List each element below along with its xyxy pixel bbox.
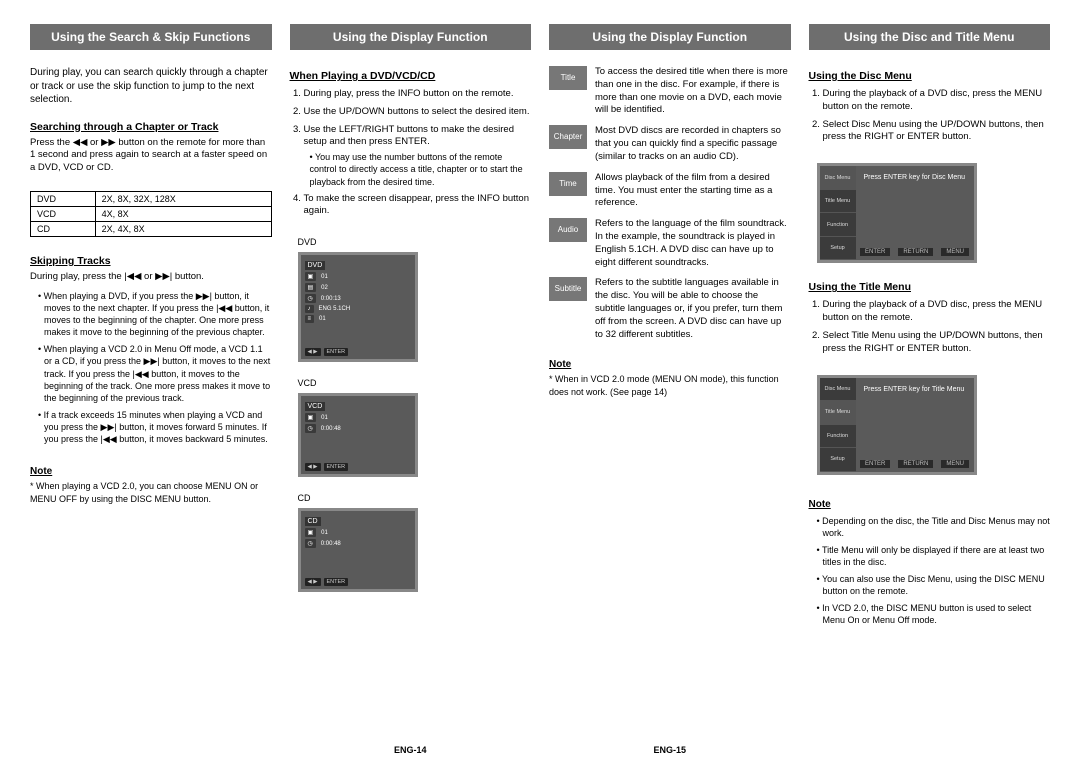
note-1-text: * When playing a VCD 2.0, you can choose… [30,480,272,504]
time-badge: Time [549,172,587,196]
cd-caption: CD [298,493,532,503]
skip-bullets: When playing a DVD, if you press the ▶▶|… [30,290,272,451]
note-1-title: Note [30,466,272,477]
col-3: Using the Display Function Title To acce… [549,24,791,755]
dvd-caption: DVD [298,237,532,247]
playing-steps: During play, press the INFO button on th… [290,88,532,223]
footer-left: ENG-14 [290,733,532,755]
vcd-screen: VCD ▣01 ◷0:00:48 ◀ ▶ENTER [298,393,418,477]
audio-icon: ♪ [305,305,314,313]
header-3: Using the Display Function [549,24,791,50]
speed-table: DVD2X, 8X, 32X, 128X VCD4X, 8X CD2X, 4X,… [30,191,272,237]
info-title: Title To access the desired title when t… [549,66,791,117]
header-4: Using the Disc and Title Menu [809,24,1051,50]
disc-menu-steps: During the playback of a DVD disc, press… [809,88,1051,149]
time-icon: ◷ [305,294,316,303]
disc-menu-screen: Disc Menu Title Menu Function Setup Pres… [817,163,977,263]
title-badge: Title [549,66,587,90]
footer-right: ENG-15 [549,733,791,755]
title-icon: ▣ [305,272,317,281]
note-4-bullets: Depending on the disc, the Title and Dis… [809,515,1051,632]
cd-screen: CD ▣01 ◷0:00:48 ◀ ▶ENTER [298,508,418,592]
intro-1: During play, you can search quickly thro… [30,66,272,107]
note-3-text: * When in VCD 2.0 mode (MENU ON mode), t… [549,373,791,397]
chapter-icon: ▤ [305,283,317,292]
vcd-caption: VCD [298,378,532,388]
header-1: Using the Search & Skip Functions [30,24,272,50]
dvd-screen: DVD ▣01 ▤02 ◷0:00:13 ♪ENG 5.1CH ≡01 ◀ ▶E… [298,252,418,362]
info-subtitle: Subtitle Refers to the subtitle language… [549,277,791,341]
header-2: Using the Display Function [290,24,532,50]
subtitle-badge: Subtitle [549,277,587,301]
info-chapter: Chapter Most DVD discs are recorded in c… [549,125,791,163]
col-4: Using the Disc and Title Menu Using the … [809,24,1051,755]
title-menu-screen: Disc Menu Title Menu Function Setup Pres… [817,375,977,475]
search-text: Press the ◀◀ or ▶▶ button on the remote … [30,137,272,175]
subtitle-icon: ≡ [305,315,315,323]
note-4-title: Note [809,499,1051,510]
disc-menu-title: Using the Disc Menu [809,70,1051,82]
manual-spread: Using the Search & Skip Functions During… [0,0,1080,765]
search-title: Searching through a Chapter or Track [30,121,272,133]
playing-title: When Playing a DVD/VCD/CD [290,70,532,82]
info-audio: Audio Refers to the language of the film… [549,218,791,269]
skip-text: During play, press the |◀◀ or ▶▶| button… [30,271,272,284]
col-1: Using the Search & Skip Functions During… [30,24,272,755]
chapter-badge: Chapter [549,125,587,149]
title-menu-steps: During the playback of a DVD disc, press… [809,299,1051,360]
note-3-title: Note [549,359,791,370]
col-2: Using the Display Function When Playing … [290,24,532,755]
audio-badge: Audio [549,218,587,242]
info-time: Time Allows playback of the film from a … [549,172,791,210]
skip-title: Skipping Tracks [30,255,272,267]
title-menu-title: Using the Title Menu [809,281,1051,293]
